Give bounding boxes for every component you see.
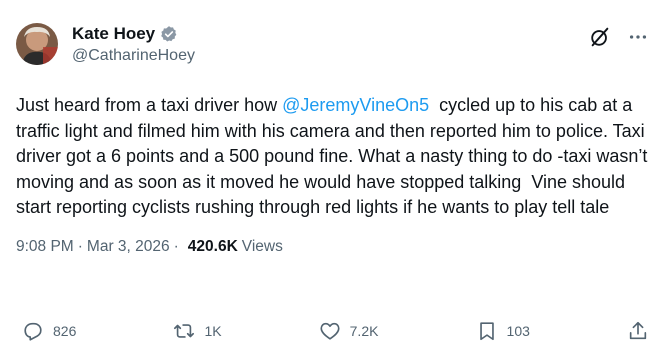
tweet-header: Kate Hoey @CatharineHoey bbox=[16, 20, 655, 68]
mention-link[interactable]: @JeremyVineOn5 bbox=[282, 95, 429, 115]
more-icon[interactable] bbox=[627, 26, 649, 48]
tweet-text-before: Just heard from a taxi driver how bbox=[16, 95, 283, 115]
views-label: Views bbox=[241, 237, 283, 255]
display-name[interactable]: Kate Hoey bbox=[72, 24, 155, 44]
meta-separator-2: · bbox=[173, 237, 179, 255]
handle[interactable]: @CatharineHoey bbox=[72, 47, 195, 65]
repost-count: 1K bbox=[204, 323, 222, 339]
bookmark-icon bbox=[479, 322, 494, 341]
repost-button[interactable]: 1K bbox=[173, 320, 222, 342]
tweet-date[interactable]: Mar 3, 2026 bbox=[87, 238, 170, 256]
share-icon bbox=[629, 321, 647, 340]
grok-icon[interactable] bbox=[589, 26, 611, 48]
meta-separator: · bbox=[77, 237, 83, 255]
like-count: 7.2K bbox=[349, 323, 379, 339]
author-names: Kate Hoey @CatharineHoey bbox=[72, 24, 195, 65]
like-button[interactable]: 7.2K bbox=[319, 320, 379, 342]
views-count[interactable]: 420.6K bbox=[188, 238, 238, 256]
bookmark-button[interactable]: 103 bbox=[476, 320, 530, 342]
verified-badge-icon bbox=[161, 25, 177, 41]
action-bar: 826 1K 7.2K 103 bbox=[22, 320, 649, 342]
avatar[interactable] bbox=[16, 23, 58, 65]
share-button[interactable] bbox=[627, 320, 649, 342]
top-actions bbox=[589, 26, 649, 48]
reply-button[interactable]: 826 bbox=[22, 320, 76, 342]
bookmark-count: 103 bbox=[506, 323, 530, 339]
like-icon bbox=[320, 322, 340, 340]
repost-icon bbox=[174, 324, 195, 338]
tweet-meta: 9:08 PM · Mar 3, 2026 · 420.6K Views bbox=[16, 238, 655, 256]
tweet-time[interactable]: 9:08 PM bbox=[16, 238, 74, 256]
tweet-card: Kate Hoey @CatharineHoey Just heard from… bbox=[0, 0, 671, 351]
reply-icon bbox=[24, 322, 42, 341]
reply-count: 826 bbox=[53, 323, 77, 339]
tweet-text: Just heard from a taxi driver how @Jerem… bbox=[16, 93, 656, 221]
display-name-row: Kate Hoey bbox=[72, 24, 195, 44]
